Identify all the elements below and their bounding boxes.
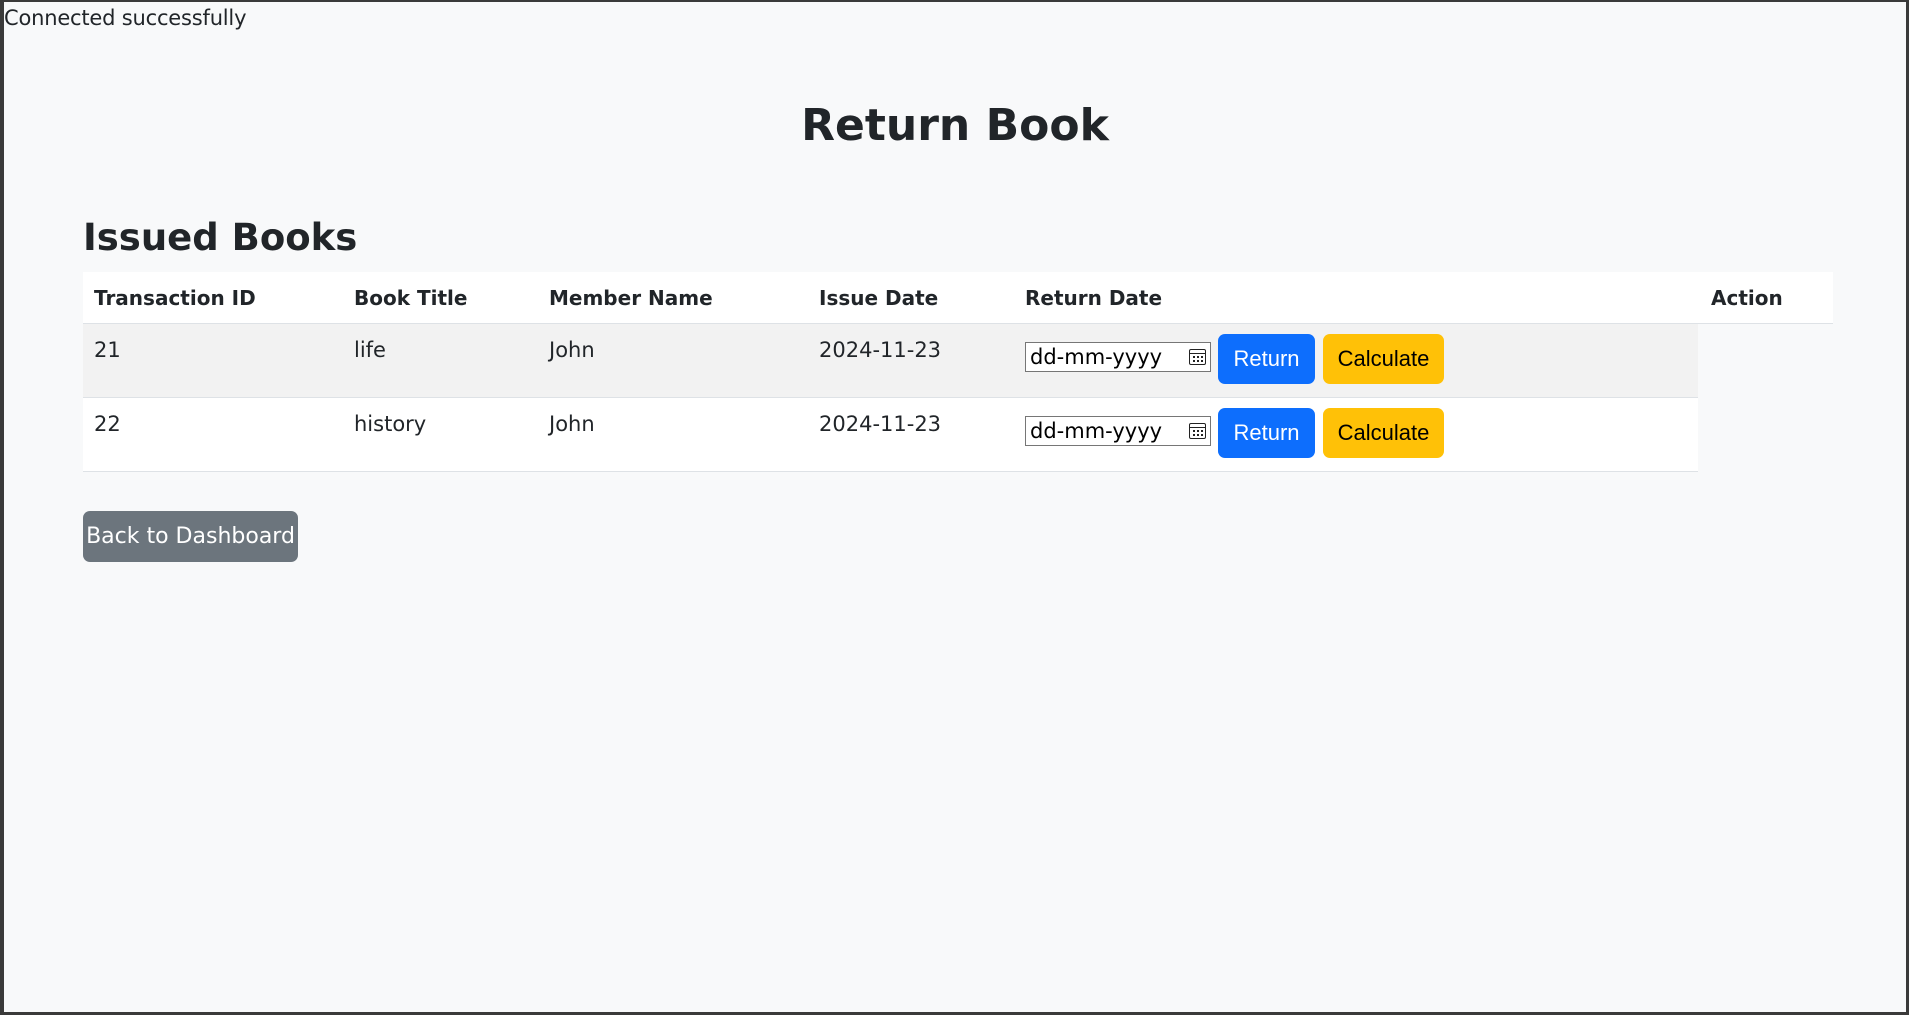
- header-book-title: Book Title: [354, 285, 468, 310]
- header-member-name: Member Name: [549, 285, 713, 310]
- cell-transaction-id: 21: [94, 338, 121, 362]
- cell-member-name: John: [549, 412, 595, 436]
- browser-viewport: Connected successfully Return Book Issue…: [4, 2, 1906, 1012]
- return-button[interactable]: Return: [1218, 334, 1315, 384]
- calculate-button[interactable]: Calculate: [1323, 334, 1444, 384]
- calendar-icon[interactable]: [1189, 349, 1206, 365]
- page-title: Return Book: [801, 100, 1109, 151]
- cell-issue-date: 2024-11-23: [819, 412, 942, 436]
- return-button[interactable]: Return: [1218, 408, 1315, 458]
- header-action: Action: [1711, 285, 1783, 310]
- cell-issue-date: 2024-11-23: [819, 338, 942, 362]
- cell-member-name: John: [549, 338, 595, 362]
- date-placeholder: dd-mm-yyyy: [1030, 419, 1163, 443]
- cell-book-title: history: [354, 412, 427, 436]
- cell-book-title: life: [354, 338, 386, 362]
- return-date-input[interactable]: dd-mm-yyyy: [1025, 342, 1211, 372]
- section-title: Issued Books: [83, 216, 358, 259]
- table-header-row: Transaction ID Book Title Member Name Is…: [83, 272, 1833, 324]
- return-date-input[interactable]: dd-mm-yyyy: [1025, 416, 1211, 446]
- header-transaction-id: Transaction ID: [94, 285, 256, 310]
- back-to-dashboard-button[interactable]: Back to Dashboard: [83, 511, 298, 562]
- cell-transaction-id: 22: [94, 412, 121, 436]
- calendar-icon[interactable]: [1189, 423, 1206, 439]
- header-issue-date: Issue Date: [819, 285, 939, 310]
- connection-status: Connected successfully: [4, 6, 247, 30]
- issued-books-table: Transaction ID Book Title Member Name Is…: [83, 272, 1833, 472]
- date-placeholder: dd-mm-yyyy: [1030, 345, 1163, 369]
- table-row: 22 history John 2024-11-23 dd-mm-yyyy Re…: [83, 398, 1698, 472]
- calculate-button[interactable]: Calculate: [1323, 408, 1444, 458]
- header-return-date: Return Date: [1025, 285, 1163, 310]
- table-row: 21 life John 2024-11-23 dd-mm-yyyy Retur…: [83, 324, 1698, 398]
